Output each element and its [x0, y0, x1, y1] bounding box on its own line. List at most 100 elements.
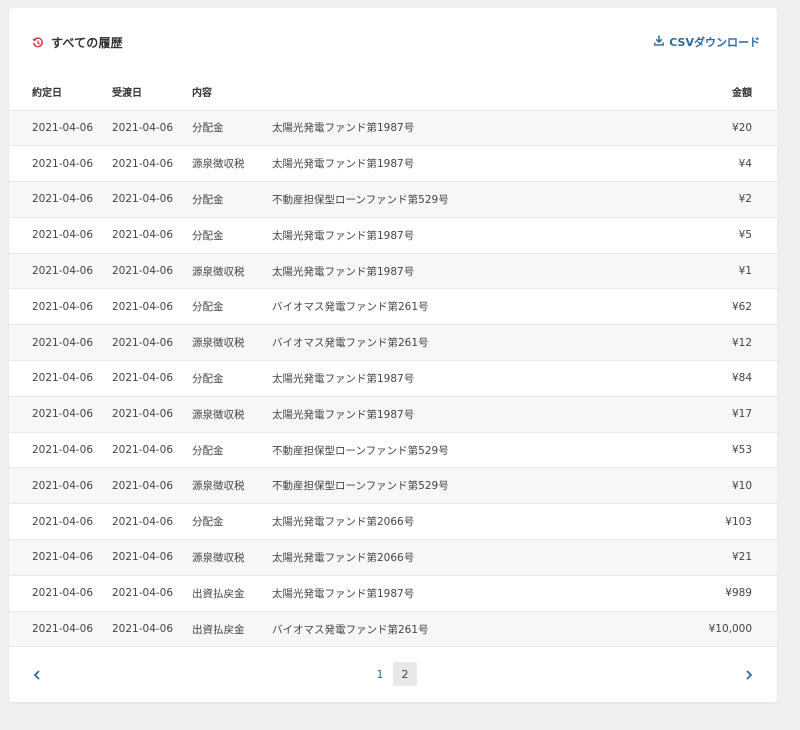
cell-settlement-date: 2021-04-06	[112, 217, 192, 254]
cell-amount: ¥12	[697, 324, 777, 362]
cell-amount: ¥84	[697, 360, 777, 397]
cell-amount: ¥62	[697, 288, 777, 326]
cell-fund-name: 太陽光発電ファンド第2066号	[272, 503, 697, 541]
cell-settlement-date: 2021-04-06	[112, 432, 192, 469]
cell-amount: ¥17	[697, 396, 777, 433]
history-table: 約定日 受渡日 内容 金額 2021-04-06 2021-04-06 分配金 太陽光…	[9, 74, 777, 648]
cell-settlement-date: 2021-04-06	[112, 110, 192, 147]
table-row: 2021-04-06 2021-04-06 源泉徴収税 不動産担保型ローンファンド第5…	[9, 467, 777, 505]
cell-content: 分配金	[192, 110, 272, 147]
cell-content: 源泉徴収税	[192, 539, 272, 576]
table-row: 2021-04-06 2021-04-06 源泉徴収税 バイオマス発電ファンド第261…	[9, 324, 777, 362]
cell-amount: ¥5	[697, 217, 777, 254]
prev-page-button[interactable]	[29, 666, 45, 682]
table-row: 2021-04-06 2021-04-06 源泉徴収税 太陽光発電ファンド第1987号…	[9, 396, 777, 433]
cell-trade-date: 2021-04-06	[9, 324, 112, 362]
cell-amount: ¥10	[697, 467, 777, 505]
cell-settlement-date: 2021-04-06	[112, 539, 192, 576]
cell-amount: ¥103	[697, 503, 777, 541]
column-header-amount: 金額	[697, 74, 777, 111]
table-row: 2021-04-06 2021-04-06 分配金 不動産担保型ローンファンド第529…	[9, 181, 777, 218]
table-row: 2021-04-06 2021-04-06 出資払戻金 バイオマス発電ファンド第261…	[9, 611, 777, 648]
cell-trade-date: 2021-04-06	[9, 360, 112, 397]
cell-trade-date: 2021-04-06	[9, 253, 112, 290]
csv-download-link[interactable]: CSVダウンロード	[654, 34, 760, 50]
title-group: すべての履歴	[32, 34, 123, 51]
table-row: 2021-04-06 2021-04-06 分配金 太陽光発電ファンド第2066号 ¥1…	[9, 503, 777, 541]
csv-download-label: CSVダウンロード	[669, 36, 760, 49]
cell-amount: ¥989	[697, 575, 777, 612]
cell-content: 分配金	[192, 503, 272, 541]
cell-trade-date: 2021-04-06	[9, 503, 112, 541]
cell-fund-name: 太陽光発電ファンド第1987号	[272, 360, 697, 397]
card-header: すべての履歴 CSVダウンロード	[9, 8, 777, 74]
table-row: 2021-04-06 2021-04-06 分配金 太陽光発電ファンド第1987号 ¥2…	[9, 110, 777, 147]
cell-content: 出資払戻金	[192, 575, 272, 612]
cell-fund-name: 太陽光発電ファンド第2066号	[272, 539, 697, 576]
cell-trade-date: 2021-04-06	[9, 145, 112, 183]
cell-amount: ¥53	[697, 432, 777, 469]
cell-settlement-date: 2021-04-06	[112, 181, 192, 218]
cell-content: 源泉徴収税	[192, 324, 272, 362]
cell-content: 分配金	[192, 181, 272, 218]
column-header-content: 内容	[192, 74, 272, 111]
cell-fund-name: バイオマス発電ファンド第261号	[272, 288, 697, 326]
cell-settlement-date: 2021-04-06	[112, 575, 192, 612]
table-row: 2021-04-06 2021-04-06 出資払戻金 太陽光発電ファンド第1987号…	[9, 575, 777, 612]
page-1-button[interactable]: 1	[368, 662, 392, 686]
cell-fund-name: 太陽光発電ファンド第1987号	[272, 217, 697, 254]
cell-content: 分配金	[192, 217, 272, 254]
cell-settlement-date: 2021-04-06	[112, 503, 192, 541]
history-card: すべての履歴 CSVダウンロード 約定日 受渡日 内容 金額 2021-04-0…	[9, 8, 777, 702]
cell-settlement-date: 2021-04-06	[112, 145, 192, 183]
page-title: すべての履歴	[51, 36, 123, 50]
cell-settlement-date: 2021-04-06	[112, 467, 192, 505]
cell-settlement-date: 2021-04-06	[112, 288, 192, 326]
table-header-row: 約定日 受渡日 内容 金額	[9, 74, 777, 111]
column-header-settlement-date: 受渡日	[112, 74, 192, 111]
download-icon	[654, 35, 665, 49]
cell-trade-date: 2021-04-06	[9, 467, 112, 505]
chevron-right-icon	[745, 665, 753, 684]
cell-trade-date: 2021-04-06	[9, 288, 112, 326]
cell-fund-name: 不動産担保型ローンファンド第529号	[272, 467, 697, 505]
cell-fund-name: 太陽光発電ファンド第1987号	[272, 145, 697, 183]
column-header-fund	[272, 74, 697, 111]
cell-trade-date: 2021-04-06	[9, 575, 112, 612]
cell-content: 源泉徴収税	[192, 467, 272, 505]
cell-amount: ¥1	[697, 253, 777, 290]
cell-fund-name: 太陽光発電ファンド第1987号	[272, 253, 697, 290]
cell-settlement-date: 2021-04-06	[112, 611, 192, 648]
cell-trade-date: 2021-04-06	[9, 217, 112, 254]
table-row: 2021-04-06 2021-04-06 源泉徴収税 太陽光発電ファンド第2066号…	[9, 539, 777, 576]
history-clock-icon	[32, 36, 44, 49]
chevron-left-icon	[33, 665, 41, 684]
page-2-button[interactable]: 2	[393, 662, 417, 686]
table-row: 2021-04-06 2021-04-06 分配金 太陽光発電ファンド第1987号 ¥5	[9, 217, 777, 254]
cell-amount: ¥21	[697, 539, 777, 576]
pagination: 1 2	[9, 662, 777, 686]
cell-trade-date: 2021-04-06	[9, 432, 112, 469]
cell-content: 源泉徴収税	[192, 253, 272, 290]
table-row: 2021-04-06 2021-04-06 源泉徴収税 太陽光発電ファンド第1987号…	[9, 253, 777, 290]
cell-amount: ¥4	[697, 145, 777, 183]
cell-amount: ¥10,000	[697, 611, 777, 648]
cell-content: 分配金	[192, 288, 272, 326]
table-row: 2021-04-06 2021-04-06 分配金 バイオマス発電ファンド第261号 ¥…	[9, 288, 777, 326]
cell-content: 出資払戻金	[192, 611, 272, 648]
cell-content: 源泉徴収税	[192, 145, 272, 183]
table-row: 2021-04-06 2021-04-06 分配金 不動産担保型ローンファンド第529…	[9, 432, 777, 469]
cell-trade-date: 2021-04-06	[9, 110, 112, 147]
cell-trade-date: 2021-04-06	[9, 539, 112, 576]
cell-settlement-date: 2021-04-06	[112, 324, 192, 362]
cell-content: 源泉徴収税	[192, 396, 272, 433]
page-numbers: 1 2	[368, 662, 417, 686]
cell-fund-name: 太陽光発電ファンド第1987号	[272, 396, 697, 433]
cell-settlement-date: 2021-04-06	[112, 360, 192, 397]
cell-settlement-date: 2021-04-06	[112, 253, 192, 290]
cell-amount: ¥2	[697, 181, 777, 218]
next-page-button[interactable]	[741, 666, 757, 682]
column-header-trade-date: 約定日	[9, 74, 112, 111]
cell-amount: ¥20	[697, 110, 777, 147]
cell-fund-name: 不動産担保型ローンファンド第529号	[272, 181, 697, 218]
